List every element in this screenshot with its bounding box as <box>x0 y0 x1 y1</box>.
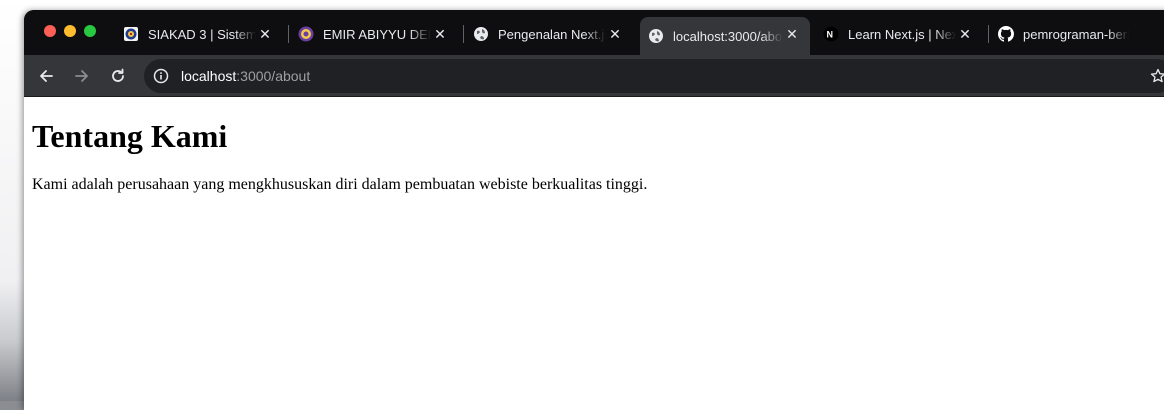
globe-icon <box>473 26 489 42</box>
tab-strip: SIAKAD 3 | Sistem Informasi Akademik ✕ E… <box>24 10 1164 55</box>
address-text[interactable]: localhost:3000/about <box>181 68 310 84</box>
tab-localhost-about[interactable]: localhost:3000/about ✕ <box>640 17 810 55</box>
tab-title: Pengenalan Next.js <box>498 26 606 42</box>
tab-title: pemrograman-berbasis <box>1023 26 1129 42</box>
page-viewport: Tentang Kami Kami adalah perusahaan yang… <box>24 97 1164 410</box>
address-bar[interactable]: localhost:3000/about <box>144 59 1164 93</box>
github-icon <box>998 26 1014 42</box>
arrow-left-icon <box>40 70 53 82</box>
arrow-right-icon <box>75 70 88 82</box>
tab-emir[interactable]: EMIR ABIYYU DELI ✕ <box>290 17 458 51</box>
window-minimize-button[interactable] <box>64 25 76 37</box>
browser-toolbar: localhost:3000/about <box>24 55 1164 97</box>
tab-separator <box>988 25 989 43</box>
url-host: localhost <box>181 68 237 84</box>
tab-title: Learn Next.js | Next.js <box>848 26 956 42</box>
tab-learn-nextjs[interactable]: N Learn Next.js | Next.js ✕ <box>815 17 983 51</box>
tab-title: localhost:3000/about <box>673 28 783 44</box>
tab-title: EMIR ABIYYU DELI <box>323 26 431 42</box>
forward-button[interactable] <box>69 63 95 89</box>
url-path: :3000/about <box>236 68 311 84</box>
svg-text:N: N <box>827 30 834 40</box>
tab-close-icon[interactable]: ✕ <box>257 26 273 42</box>
tab-close-icon[interactable]: ✕ <box>784 26 800 42</box>
tab-close-icon[interactable]: ✕ <box>432 26 448 42</box>
window-maximize-button[interactable] <box>84 25 96 37</box>
globe-icon <box>648 28 664 44</box>
tab-close-icon[interactable]: ✕ <box>957 26 973 42</box>
university-logo-icon <box>298 26 314 42</box>
tab-separator <box>463 25 464 43</box>
site-info-icon[interactable] <box>152 67 170 85</box>
tab-separator <box>288 25 289 43</box>
page-title: Tentang Kami <box>32 118 228 154</box>
tab-github[interactable]: pemrograman-berbasis <box>990 17 1164 51</box>
tab-siakad[interactable]: SIAKAD 3 | Sistem Informasi Akademik ✕ <box>115 17 283 51</box>
bookmark-star-icon[interactable] <box>1148 66 1164 86</box>
reload-button[interactable] <box>105 63 131 89</box>
window-close-button[interactable] <box>44 25 56 37</box>
back-button[interactable] <box>33 63 59 89</box>
university-logo-icon <box>123 26 139 42</box>
reload-icon <box>112 68 124 82</box>
nextjs-icon: N <box>823 26 839 42</box>
page-description: Kami adalah perusahaan yang mengkhususka… <box>32 176 648 193</box>
tab-pengenalan-nextjs[interactable]: Pengenalan Next.js ✕ <box>465 17 633 51</box>
browser-window: SIAKAD 3 | Sistem Informasi Akademik ✕ E… <box>24 10 1164 410</box>
tab-close-icon[interactable]: ✕ <box>607 26 623 42</box>
tab-title: SIAKAD 3 | Sistem Informasi Akademik <box>148 26 256 42</box>
